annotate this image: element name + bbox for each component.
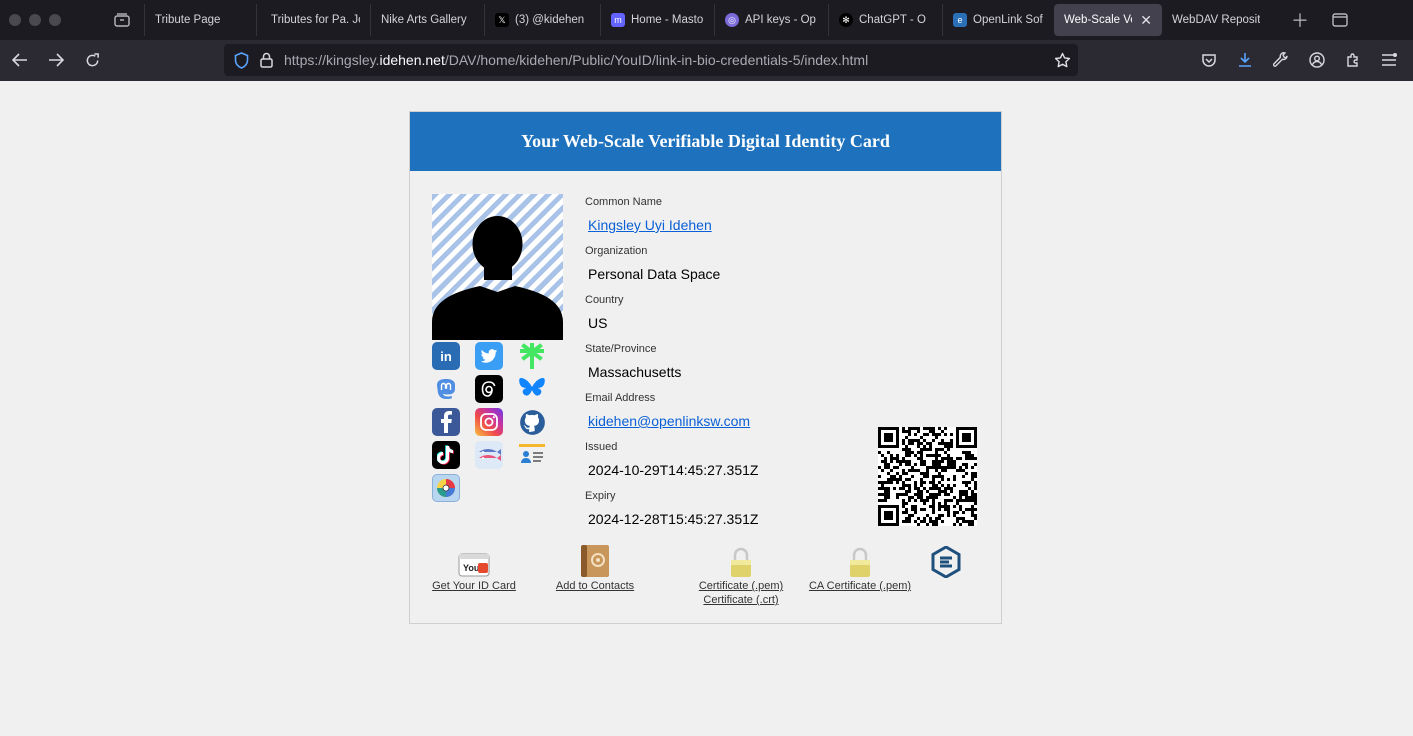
bluesky-icon[interactable] <box>518 375 546 403</box>
toolbar-right <box>1191 42 1407 78</box>
threads-icon[interactable] <box>475 375 503 403</box>
tracking-protection-shield-icon[interactable] <box>232 51 250 69</box>
mastodon-icon[interactable] <box>432 375 460 403</box>
tab-openlink[interactable]: e OpenLink Sof <box>942 4 1054 36</box>
tab-tribute-page[interactable]: Tribute Page <box>144 4 256 36</box>
back-button[interactable] <box>2 42 38 78</box>
card-actions: YouID Get Your ID Card Add to Contacts C… <box>410 542 1003 612</box>
openlink-logo-link[interactable] <box>928 542 964 580</box>
twitter-icon[interactable] <box>475 342 503 370</box>
field-label-state: State/Province <box>585 343 657 355</box>
field-label-issued: Issued <box>585 441 618 453</box>
close-window-button[interactable] <box>9 14 21 26</box>
card-title: Your Web-Scale Verifiable Digital Identi… <box>521 131 890 151</box>
browser-nav-bar: https://kingsley.idehen.net/DAV/home/kid… <box>0 40 1413 81</box>
fish-icon[interactable] <box>475 441 503 469</box>
bookmark-star-icon[interactable] <box>1052 50 1072 70</box>
padlock-icon <box>848 542 872 578</box>
card-header: Your Web-Scale Verifiable Digital Identi… <box>410 112 1001 171</box>
tab-api-keys[interactable]: ◎ API keys - Op <box>714 4 828 36</box>
chatgpt-icon: ✻ <box>839 13 853 27</box>
field-label-organization: Organization <box>585 245 648 257</box>
certificate-pem-link[interactable]: Certificate (.pem) <box>698 542 784 592</box>
profile-photo-placeholder <box>432 194 563 340</box>
padlock-icon <box>729 542 753 578</box>
tab-strip: Tribute Page Tributes for Pa. Jo Nike Ar… <box>144 0 1413 40</box>
new-tab-button[interactable]: ＋ <box>1280 0 1320 40</box>
field-label-common-name: Common Name <box>585 196 663 208</box>
openlink-icon: e <box>953 13 967 27</box>
country-value: US <box>588 315 608 331</box>
tiktok-icon[interactable] <box>432 441 460 469</box>
url-text: https://kingsley.idehen.net/DAV/home/kid… <box>284 52 869 68</box>
wrench-icon[interactable] <box>1263 42 1299 78</box>
expiry-value: 2024-12-28T15:45:27.351Z <box>588 511 759 527</box>
organization-value: Personal Data Space <box>588 266 721 282</box>
x-icon: 𝕏 <box>495 13 509 27</box>
lock-icon[interactable] <box>258 51 274 69</box>
address-bar[interactable]: https://kingsley.idehen.net/DAV/home/kid… <box>224 44 1078 76</box>
openlink-logo-icon <box>931 542 961 578</box>
identity-card: Your Web-Scale Verifiable Digital Identi… <box>409 111 1002 624</box>
email-link[interactable]: kidehen@openlinksw.com <box>588 406 758 439</box>
github-icon[interactable] <box>518 408 546 436</box>
common-name-link[interactable]: Kingsley Uyi Idehen <box>588 210 758 243</box>
tab-web-scale-active[interactable]: Web-Scale Ver ✕ <box>1054 4 1162 36</box>
person-silhouette-icon <box>432 216 563 340</box>
get-id-card-link[interactable]: YouID Get Your ID Card <box>432 542 516 592</box>
certificate-crt-link[interactable]: Certificate (.crt) <box>698 594 784 606</box>
pocket-icon[interactable] <box>1191 42 1227 78</box>
tab-tributes-pa[interactable]: Tributes for Pa. Jo <box>256 4 370 36</box>
contact-card-icon[interactable] <box>518 441 546 469</box>
globe-icon[interactable] <box>432 474 460 502</box>
forward-button[interactable] <box>38 42 74 78</box>
instagram-icon[interactable] <box>475 408 503 436</box>
linkedin-icon[interactable]: in <box>432 342 460 370</box>
tab-overview-icon[interactable] <box>1320 0 1360 40</box>
tab-webdav[interactable]: WebDAV Reposit <box>1162 4 1280 36</box>
downloads-icon[interactable] <box>1227 42 1263 78</box>
field-label-email: Email Address <box>585 392 656 404</box>
tab-mastodon-home[interactable]: m Home - Masto <box>600 4 714 36</box>
openai-icon: ◎ <box>725 13 739 27</box>
identity-fields: Common Name Kingsley Uyi Idehen Organiza… <box>585 194 758 537</box>
field-label-country: Country <box>585 294 624 306</box>
window-controls <box>0 14 100 26</box>
ca-certificate-link[interactable]: CA Certificate (.pem) <box>808 542 912 592</box>
social-icons-grid: in <box>432 342 562 502</box>
extensions-icon[interactable] <box>1335 42 1371 78</box>
tab-list-icon[interactable] <box>100 0 144 40</box>
minimize-window-button[interactable] <box>29 14 41 26</box>
qr-code <box>878 427 977 526</box>
account-icon[interactable] <box>1299 42 1335 78</box>
add-to-contacts-link[interactable]: Add to Contacts <box>553 542 637 592</box>
field-label-expiry: Expiry <box>585 490 616 502</box>
address-book-icon <box>579 542 611 578</box>
youid-icon: YouID <box>457 542 491 578</box>
facebook-icon[interactable] <box>432 408 460 436</box>
linktree-icon[interactable] <box>518 342 546 370</box>
tab-chatgpt[interactable]: ✻ ChatGPT - O <box>828 4 942 36</box>
state-value: Massachusetts <box>588 364 682 380</box>
tab-x-kidehen[interactable]: 𝕏 (3) @kidehen <box>484 4 600 36</box>
mastodon-icon: m <box>611 13 625 27</box>
maximize-window-button[interactable] <box>49 14 61 26</box>
tab-nike-arts[interactable]: Nike Arts Gallery <box>370 4 484 36</box>
reload-button[interactable] <box>74 42 110 78</box>
menu-icon[interactable] <box>1371 42 1407 78</box>
browser-tab-bar: Tribute Page Tributes for Pa. Jo Nike Ar… <box>0 0 1413 40</box>
issued-value: 2024-10-29T14:45:27.351Z <box>588 462 759 478</box>
close-tab-icon[interactable]: ✕ <box>1140 12 1152 29</box>
